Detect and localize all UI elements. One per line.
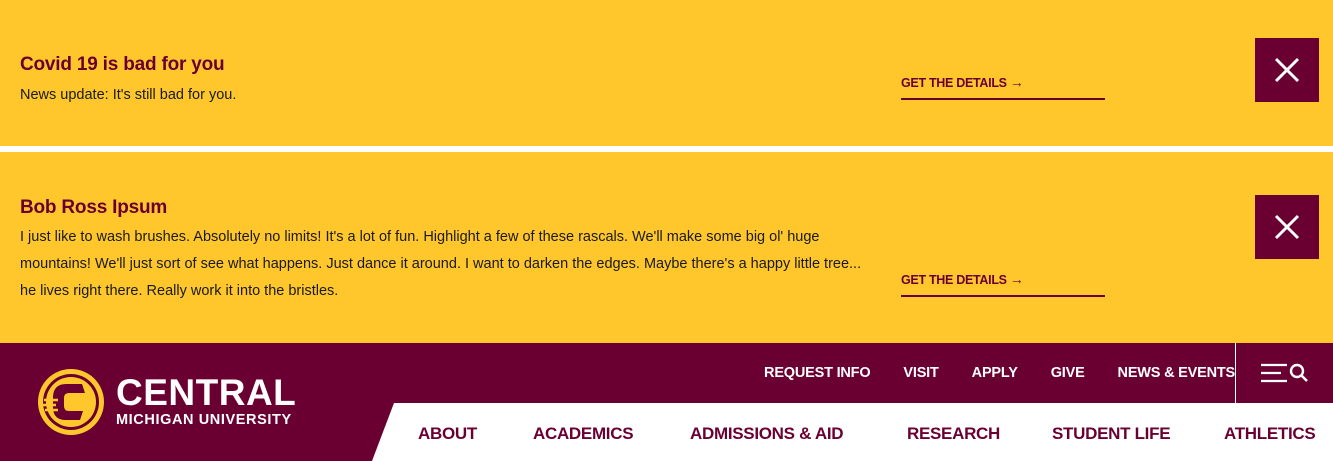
- nav-athletics[interactable]: ATHLETICS: [1224, 424, 1316, 444]
- alert-banner-covid: Covid 19 is bad for you News update: It'…: [0, 0, 1333, 146]
- nav-about[interactable]: ABOUT: [418, 424, 477, 444]
- nav-student-life[interactable]: STUDENT LIFE: [1052, 424, 1171, 444]
- utility-link-apply[interactable]: APPLY: [972, 365, 1018, 381]
- alert-text: I just like to wash brushes. Absolutely …: [20, 229, 862, 299]
- arrow-right-icon: →: [1009, 74, 1024, 90]
- utility-nav: REQUEST INFO VISIT APPLY GIVE NEWS & EVE…: [731, 343, 1235, 403]
- site-header: CENTRAL MICHIGAN UNIVERSITY REQUEST INFO…: [0, 343, 1333, 461]
- alert-title: Bob Ross Ipsum: [20, 197, 168, 218]
- main-nav: ABOUT ACADEMICS ADMISSIONS & AID RESEARC…: [372, 403, 1333, 461]
- utility-link-news-events[interactable]: NEWS & EVENTS: [1118, 365, 1236, 381]
- alert-text: News update: It's still bad for you.: [20, 87, 237, 103]
- arrow-right-icon: →: [1009, 271, 1024, 287]
- alert-title: Covid 19 is bad for you: [20, 54, 225, 75]
- cmu-logo-link[interactable]: CENTRAL MICHIGAN UNIVERSITY: [36, 365, 356, 439]
- get-details-label: GET THE DETAILS: [901, 273, 1007, 287]
- action-c-logo-icon: [38, 369, 104, 435]
- hamburger-menu-icon: [1260, 363, 1287, 383]
- get-details-label: GET THE DETAILS: [901, 76, 1007, 90]
- utility-link-give[interactable]: GIVE: [1051, 365, 1085, 381]
- close-icon: [1274, 214, 1300, 240]
- utility-link-request-info[interactable]: REQUEST INFO: [764, 365, 871, 381]
- menu-search-button[interactable]: [1235, 343, 1333, 403]
- logo-wordmark: CENTRAL MICHIGAN UNIVERSITY: [116, 372, 297, 429]
- logo-sub-text: MICHIGAN UNIVERSITY: [116, 412, 292, 428]
- nav-research[interactable]: RESEARCH: [907, 424, 1000, 444]
- nav-academics[interactable]: ACADEMICS: [533, 424, 634, 444]
- get-details-link[interactable]: GET THE DETAILS →: [901, 74, 1105, 100]
- close-icon: [1274, 57, 1300, 83]
- get-details-link[interactable]: GET THE DETAILS →: [901, 271, 1105, 297]
- utility-link-visit[interactable]: VISIT: [903, 365, 938, 381]
- close-alert-button[interactable]: [1255, 38, 1319, 102]
- search-icon: [1289, 363, 1308, 382]
- close-alert-button[interactable]: [1255, 195, 1319, 259]
- nav-admissions-aid[interactable]: ADMISSIONS & AID: [690, 424, 844, 444]
- alert-banner-bob-ross: Bob Ross Ipsum I just like to wash brush…: [0, 152, 1333, 343]
- logo-main-text: CENTRAL: [116, 372, 297, 413]
